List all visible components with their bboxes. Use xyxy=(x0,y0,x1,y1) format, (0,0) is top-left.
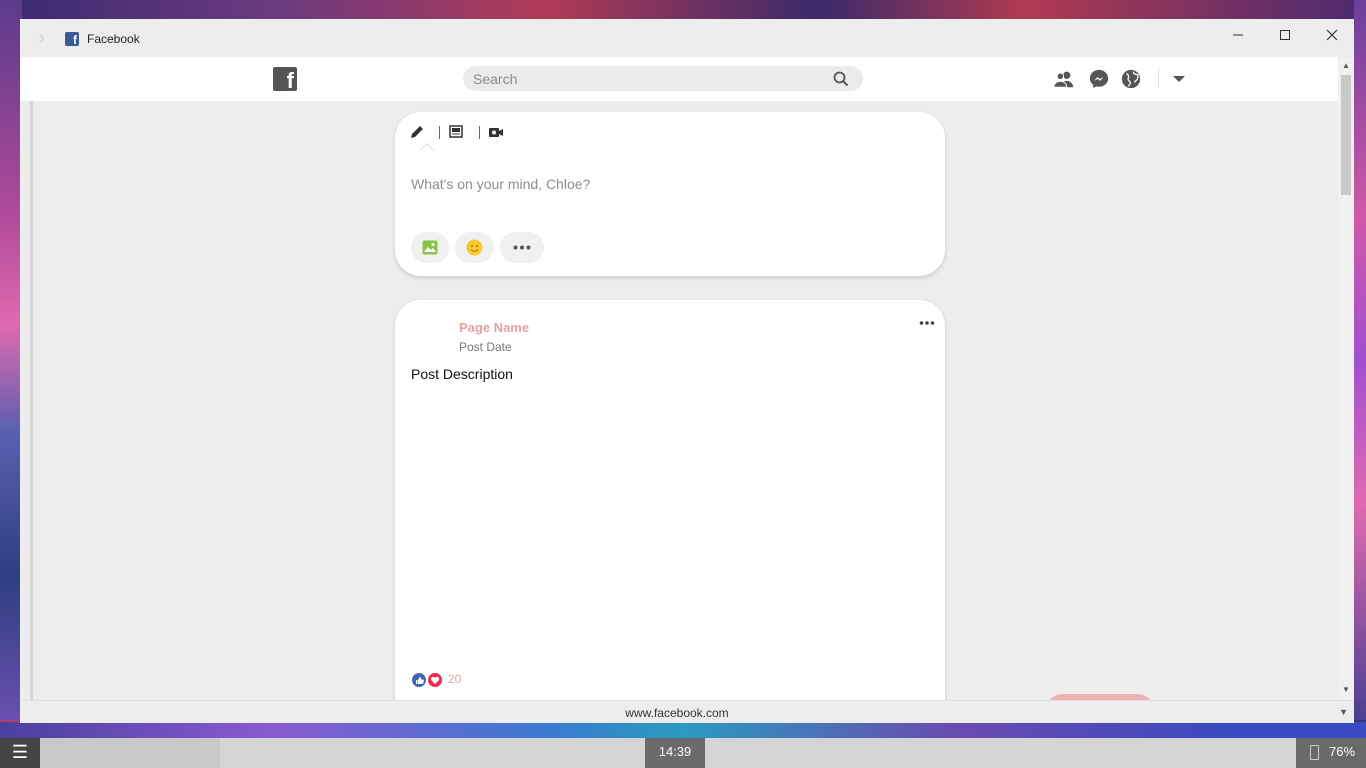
close-icon xyxy=(1326,29,1338,41)
nav-divider xyxy=(1158,69,1159,87)
search-input[interactable] xyxy=(473,69,813,88)
scroll-down-arrow-icon[interactable]: ▼ xyxy=(1342,685,1350,694)
vertical-scrollbar[interactable]: ▲ ▼ xyxy=(1338,57,1354,700)
messenger-icon[interactable] xyxy=(1088,68,1110,90)
minimize-button[interactable] xyxy=(1223,27,1253,49)
tab-divider xyxy=(439,126,440,139)
wallpaper-right xyxy=(1354,0,1366,720)
more-composer-options-button[interactable] xyxy=(500,232,544,263)
taskbar-clock[interactable]: 14:39 xyxy=(645,738,705,768)
add-photo-button[interactable] xyxy=(411,232,449,263)
feed-post: Page Name Post Date Post Description 20 xyxy=(395,300,945,720)
minimize-icon xyxy=(1233,34,1243,36)
title-bar[interactable]: ☽ f Facebook xyxy=(20,19,1354,57)
status-input[interactable]: What's on your mind, Chloe? xyxy=(411,176,590,192)
facebook-navbar: f xyxy=(20,57,1338,101)
reaction-count[interactable]: 20 xyxy=(448,672,461,686)
browser-window: ☽ f Facebook f Search What's on your min… xyxy=(20,19,1354,723)
wallpaper-top xyxy=(0,0,1366,20)
facebook-favicon-icon: f xyxy=(65,32,79,46)
dropdown-caret-icon[interactable] xyxy=(1169,68,1189,90)
post-date[interactable]: Post Date xyxy=(459,340,512,354)
start-menu-button[interactable]: ☰ xyxy=(0,738,40,768)
status-bar: www.facebook.com ▼ xyxy=(20,700,1354,723)
scroll-up-arrow-icon[interactable]: ▲ xyxy=(1342,61,1350,70)
left-edge-strip xyxy=(30,101,33,700)
more-options-icon xyxy=(513,245,531,250)
post-description: Post Description xyxy=(411,366,513,382)
feeling-button[interactable] xyxy=(455,232,494,263)
wallpaper-left xyxy=(0,0,22,720)
status-url: www.facebook.com xyxy=(625,706,729,720)
window-title: Facebook xyxy=(87,32,140,46)
battery-icon xyxy=(1310,745,1319,760)
battery-indicator[interactable]: 76% xyxy=(1296,738,1366,768)
facebook-logo[interactable]: f xyxy=(273,67,297,91)
close-button[interactable] xyxy=(1317,27,1347,49)
taskbar: ☰ 14:39 76% xyxy=(0,738,1366,768)
photo-icon xyxy=(422,240,438,255)
tab-divider xyxy=(479,126,480,139)
search-icon[interactable] xyxy=(833,71,849,87)
news-feed: What's on your mind, Chloe? Page Name Po… xyxy=(20,101,1338,723)
photo-album-icon[interactable] xyxy=(448,124,464,140)
friends-icon[interactable] xyxy=(1053,68,1075,90)
video-camera-icon[interactable] xyxy=(488,124,504,140)
taskbar-window-item[interactable] xyxy=(40,738,220,768)
maximize-icon xyxy=(1280,30,1290,40)
search-box[interactable] xyxy=(463,66,863,91)
post-composer: What's on your mind, Chloe? xyxy=(395,112,945,276)
battery-percentage: 76% xyxy=(1329,744,1356,759)
active-tab-caret xyxy=(419,142,435,158)
app-moon-icon: ☽ xyxy=(34,32,45,46)
wallpaper-bottom xyxy=(0,722,1366,738)
post-page-name[interactable]: Page Name xyxy=(459,320,529,335)
maximize-button[interactable] xyxy=(1270,27,1300,49)
globe-icon[interactable] xyxy=(1120,68,1142,90)
status-expand-arrow-icon[interactable]: ▼ xyxy=(1339,707,1348,717)
reactions-summary[interactable] xyxy=(411,672,471,688)
feeling-emoji-icon xyxy=(466,239,483,256)
post-more-icon[interactable] xyxy=(919,318,935,328)
scroll-thumb[interactable] xyxy=(1341,75,1351,195)
status-pencil-icon[interactable] xyxy=(409,124,425,140)
